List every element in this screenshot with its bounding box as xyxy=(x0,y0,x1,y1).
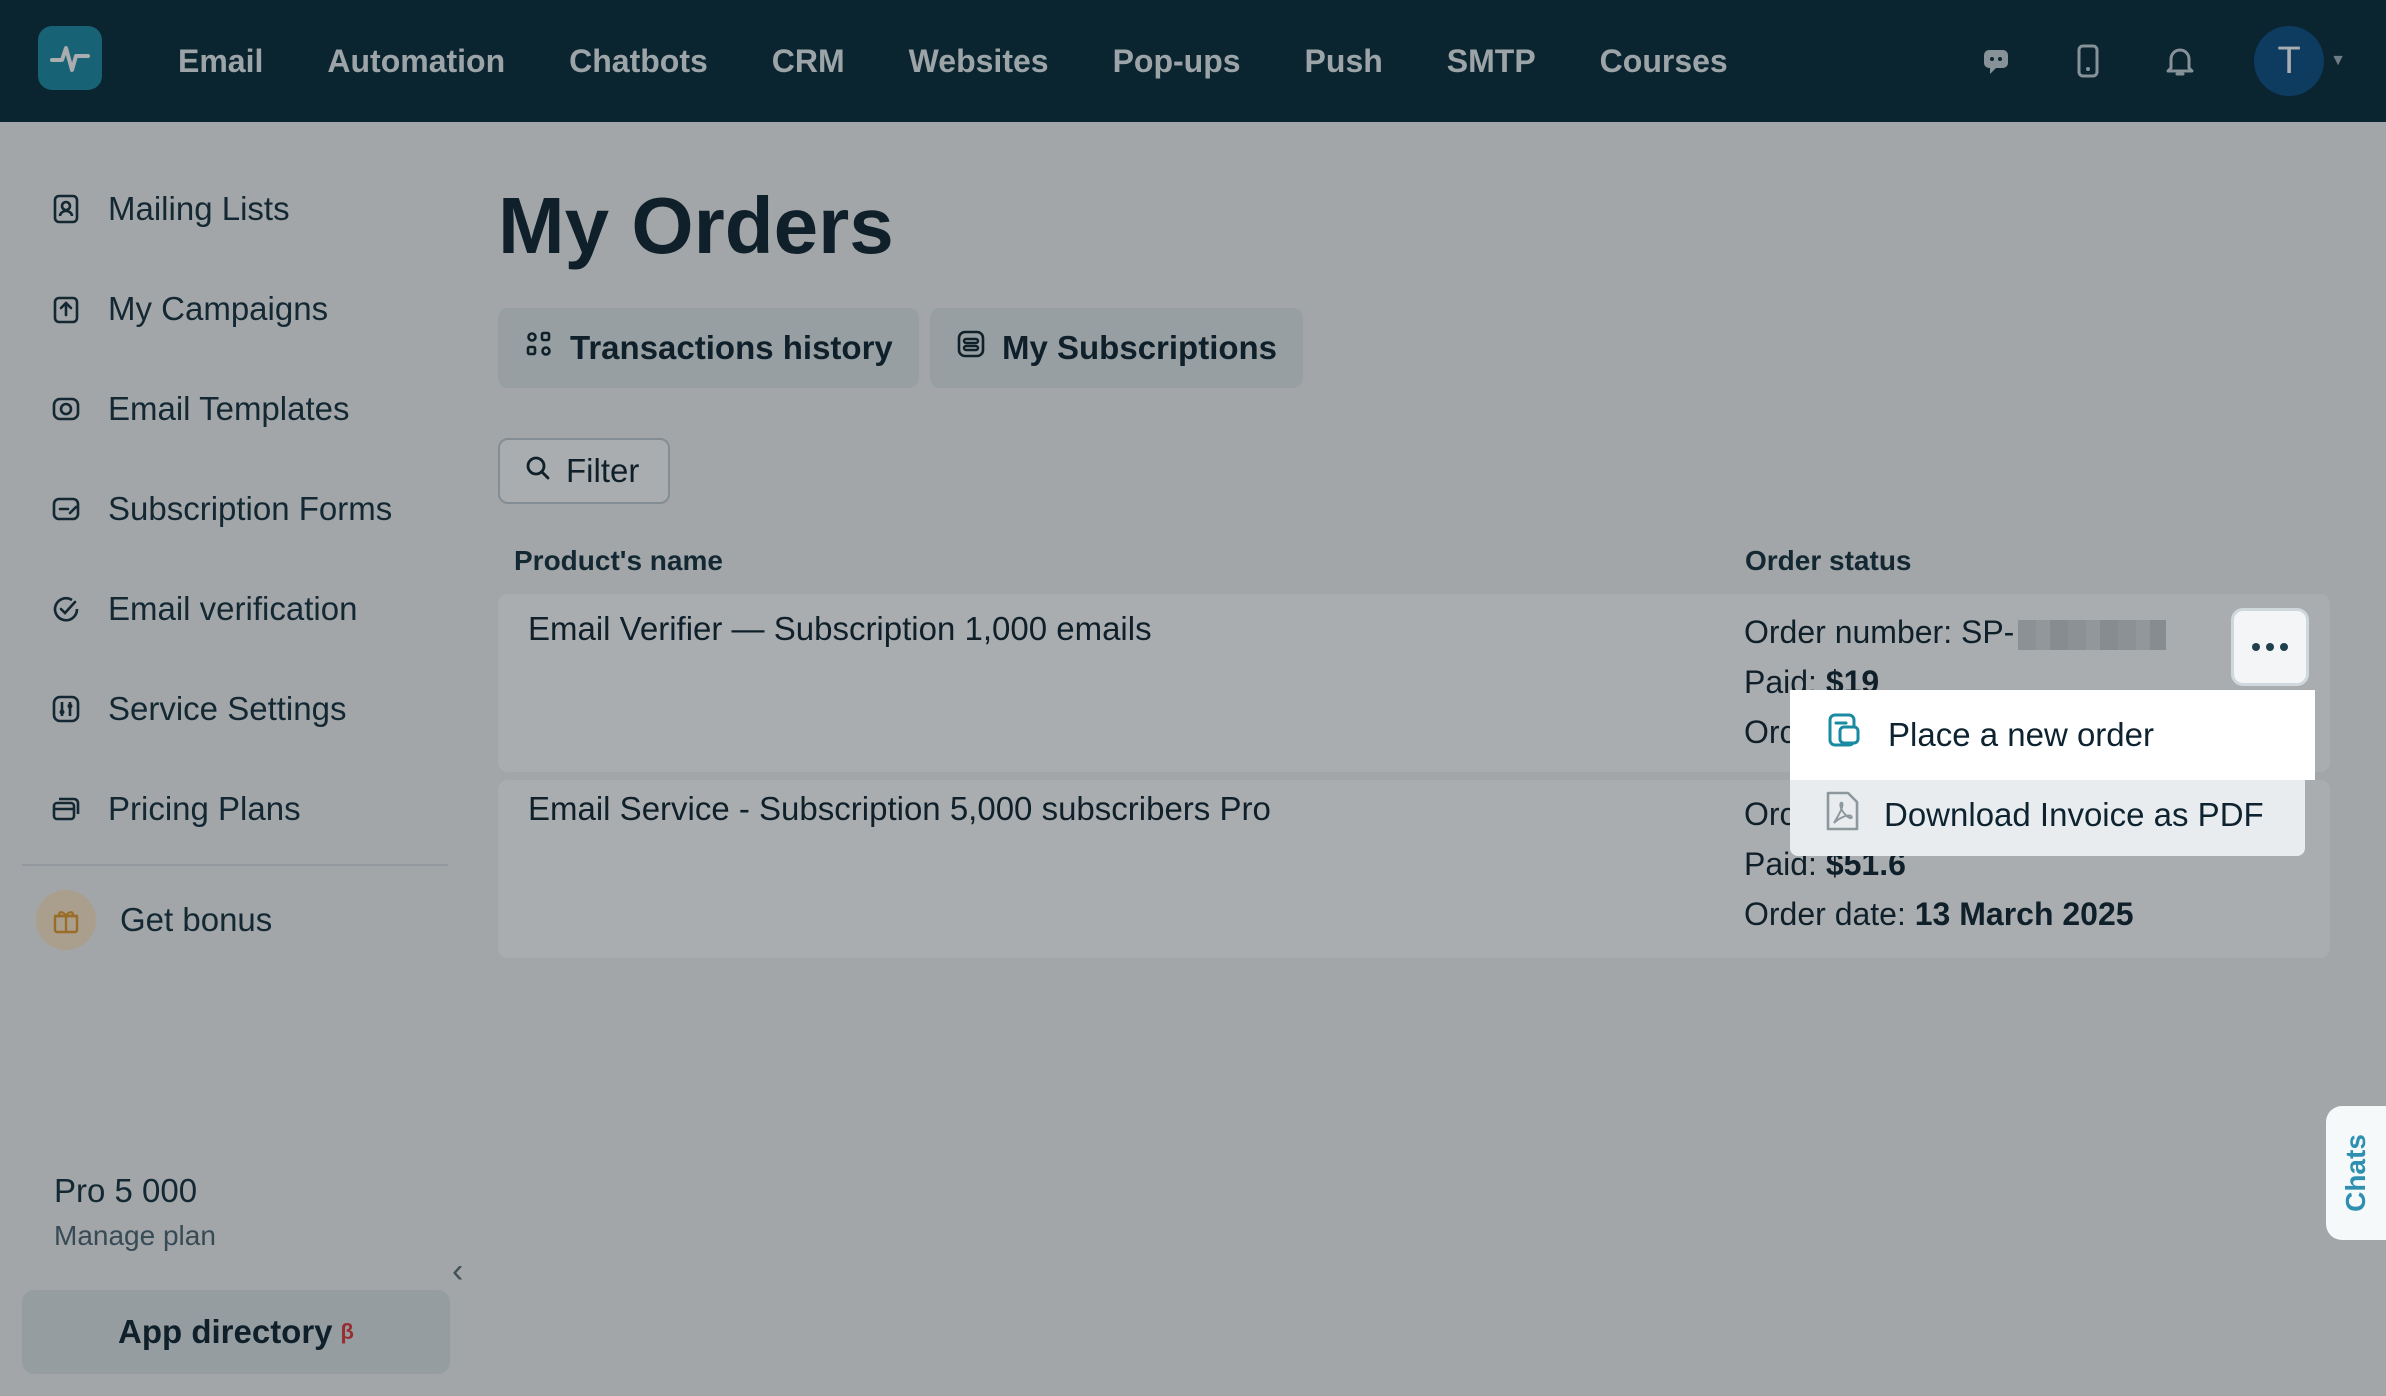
chats-side-tab[interactable]: Chats xyxy=(2326,1106,2386,1240)
pdf-icon xyxy=(1824,791,1860,839)
menu-item-place-new-order[interactable]: Place a new order xyxy=(1790,690,2315,780)
more-options-button[interactable] xyxy=(2231,608,2309,686)
new-order-icon xyxy=(1824,711,1864,759)
dot xyxy=(2252,643,2260,651)
dot xyxy=(2280,643,2288,651)
menu-item-label: Download Invoice as PDF xyxy=(1884,796,2264,833)
dot xyxy=(2266,643,2274,651)
order-actions-menu: Place a new order Download Invoice as PD… xyxy=(1790,690,2315,856)
chats-label: Chats xyxy=(2340,1134,2372,1212)
menu-item-download-invoice-pdf[interactable]: Download Invoice as PDF xyxy=(1790,776,2315,854)
menu-item-label: Place a new order xyxy=(1888,716,2154,753)
